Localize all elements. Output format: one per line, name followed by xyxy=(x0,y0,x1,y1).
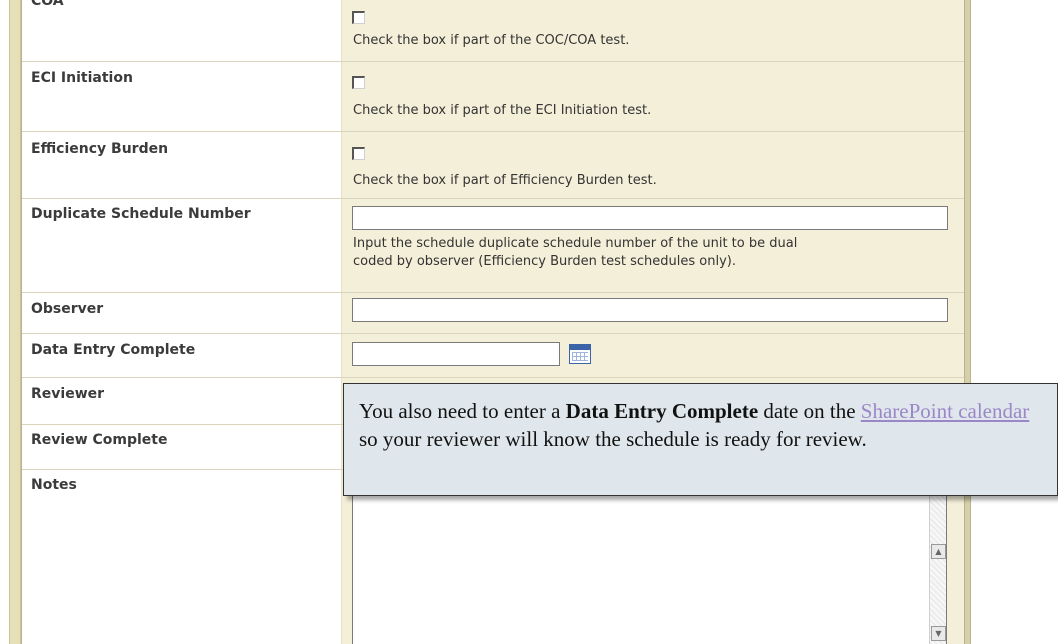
label-efficiency-burden: Efficiency Burden xyxy=(31,141,169,157)
label-cell-observer: Observer xyxy=(22,293,340,333)
callout-text-3: so your reviewer will know the schedule … xyxy=(359,427,867,451)
left-frame-bar xyxy=(9,0,21,644)
label-cell-eci-initiation: ECI Initiation xyxy=(22,62,340,131)
label-cell-coa: COA xyxy=(22,0,340,61)
value-cell-efficiency-burden: Check the box if part of Efficiency Burd… xyxy=(341,132,964,198)
coa-checkbox[interactable] xyxy=(352,11,365,24)
value-cell-eci-initiation: Check the box if part of the ECI Initiat… xyxy=(341,62,964,131)
instruction-callout: You also need to enter a Data Entry Comp… xyxy=(343,383,1058,496)
data-entry-complete-date-input[interactable] xyxy=(352,342,560,366)
value-cell-coa: Check the box if part of the COC/COA tes… xyxy=(341,0,964,61)
label-coa: COA xyxy=(31,0,64,9)
label-cell-notes: Notes xyxy=(22,470,340,644)
label-cell-duplicate-schedule-number: Duplicate Schedule Number xyxy=(22,199,340,292)
callout-text-2: date on the xyxy=(758,399,861,423)
sharepoint-calendar-link[interactable]: SharePoint calendar xyxy=(861,399,1030,423)
label-cell-review-complete: Review Complete xyxy=(22,425,340,469)
label-eci-initiation: ECI Initiation xyxy=(31,70,133,86)
eci-initiation-help-text: Check the box if part of the ECI Initiat… xyxy=(353,103,652,118)
label-data-entry-complete: Data Entry Complete xyxy=(31,342,196,358)
callout-text-1: You also need to enter a xyxy=(359,399,566,423)
notes-textarea[interactable]: ▲ ▼ xyxy=(352,470,947,644)
notes-scrollbar[interactable]: ▲ ▼ xyxy=(929,471,946,644)
duplicate-schedule-number-input[interactable] xyxy=(352,206,948,230)
eci-initiation-checkbox[interactable] xyxy=(352,76,365,89)
value-cell-observer xyxy=(341,293,964,333)
efficiency-burden-help-text: Check the box if part of Efficiency Burd… xyxy=(353,173,657,188)
label-duplicate-schedule-number: Duplicate Schedule Number xyxy=(31,206,251,222)
label-reviewer: Reviewer xyxy=(31,386,105,402)
value-cell-data-entry-complete xyxy=(341,334,964,377)
label-cell-reviewer: Reviewer xyxy=(22,378,340,424)
calendar-icon[interactable] xyxy=(569,344,591,364)
callout-bold-field-name: Data Entry Complete xyxy=(565,399,759,423)
label-notes: Notes xyxy=(31,477,77,493)
scroll-up-arrow-icon[interactable]: ▲ xyxy=(931,544,946,559)
coa-help-text: Check the box if part of the COC/COA tes… xyxy=(353,33,630,48)
label-cell-efficiency-burden: Efficiency Burden xyxy=(22,132,340,198)
efficiency-burden-checkbox[interactable] xyxy=(352,147,365,160)
label-observer: Observer xyxy=(31,301,104,317)
duplicate-schedule-help-line-2: coded by observer (Efficiency Burden tes… xyxy=(353,254,736,269)
duplicate-schedule-help-line-1: Input the schedule duplicate schedule nu… xyxy=(353,236,798,251)
scroll-down-arrow-icon[interactable]: ▼ xyxy=(931,626,946,641)
value-cell-duplicate-schedule-number: Input the schedule duplicate schedule nu… xyxy=(341,199,964,292)
observer-input[interactable] xyxy=(352,298,948,322)
label-cell-data-entry-complete: Data Entry Complete xyxy=(22,334,340,377)
right-frame-edge xyxy=(964,0,971,644)
label-review-complete: Review Complete xyxy=(31,432,168,448)
